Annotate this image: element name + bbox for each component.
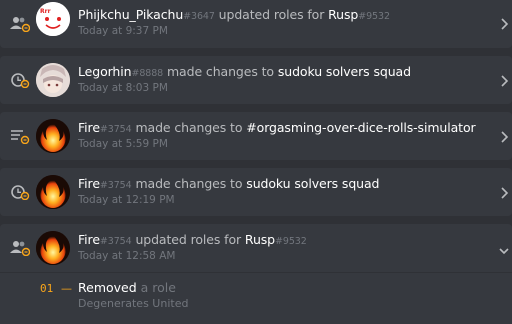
entry-summary: Legorhin#8888 made changes to sudoku sol…: [78, 64, 411, 79]
details-divider: [0, 272, 512, 273]
channel-update-icon: [10, 128, 30, 145]
user-discriminator: #3754: [99, 124, 132, 135]
timestamp: Today at 12:19 PM: [78, 194, 175, 206]
chevron-down-icon[interactable]: [498, 241, 510, 255]
target-discriminator: #9532: [358, 11, 390, 22]
chevron-right-icon[interactable]: [500, 73, 510, 87]
action-text: made changes to: [166, 64, 274, 79]
audit-log-entry[interactable]: Fire#3754 made changes to sudoku solvers…: [0, 168, 512, 216]
action-text: updated roles for: [135, 232, 242, 247]
entry-summary: Fire#3754 updated roles for Rusp#9532: [78, 232, 307, 247]
role-name: Degenerates United: [78, 297, 189, 310]
avatar[interactable]: [36, 175, 70, 209]
user-discriminator: #8888: [131, 68, 164, 79]
target-user[interactable]: Rusp: [328, 7, 358, 22]
entry-summary: Fire#3754 made changes to sudoku solvers…: [78, 176, 379, 191]
username[interactable]: Phijkchu_Pikachu: [78, 7, 183, 22]
target-channel[interactable]: #orgasming-over-dice-rolls-simulator: [246, 120, 475, 135]
target-channel[interactable]: sudoku solvers squad: [246, 176, 379, 191]
entry-summary: Fire#3754 made changes to #orgasming-ove…: [78, 120, 476, 135]
audit-log-entry[interactable]: Legorhin#8888 made changes to sudoku sol…: [0, 56, 512, 104]
username[interactable]: Fire: [78, 120, 100, 135]
timestamp: Today at 5:59 PM: [78, 138, 168, 150]
change-number: 01: [40, 282, 54, 295]
change-verb: Removed: [78, 280, 137, 295]
user-discriminator: #3647: [183, 11, 215, 22]
target-discriminator: #9532: [275, 236, 307, 247]
username[interactable]: Fire: [78, 232, 100, 247]
audit-log-entry[interactable]: Rrr Phijkchu_Pikachu#3647 updated roles …: [0, 0, 512, 48]
timestamp: Today at 8:03 PM: [78, 82, 168, 94]
chevron-right-icon[interactable]: [500, 16, 510, 30]
change-dash: —: [61, 282, 72, 295]
chevron-right-icon[interactable]: [500, 185, 510, 199]
chevron-right-icon[interactable]: [500, 129, 510, 143]
clock-update-icon: [10, 72, 30, 89]
change-description: Removed a role: [78, 280, 176, 295]
clock-update-icon: [10, 184, 30, 201]
user-discriminator: #3754: [99, 236, 132, 247]
avatar[interactable]: Rrr: [36, 2, 70, 36]
user-discriminator: #3754: [99, 180, 132, 191]
entry-summary: Phijkchu_Pikachu#3647 updated roles for …: [78, 7, 390, 22]
audit-log-entry-expanded[interactable]: Fire#3754 updated roles for Rusp#9532 To…: [0, 224, 512, 324]
members-update-icon: [10, 16, 31, 33]
members-update-icon: [10, 240, 31, 257]
action-text: updated roles for: [218, 7, 325, 22]
change-object: a role: [140, 280, 176, 295]
avatar[interactable]: [36, 63, 70, 97]
svg-text:Rrr: Rrr: [40, 8, 51, 15]
avatar[interactable]: [36, 231, 70, 265]
avatar[interactable]: [36, 119, 70, 153]
action-text: made changes to: [135, 120, 243, 135]
audit-log-entry[interactable]: Fire#3754 made changes to #orgasming-ove…: [0, 112, 512, 160]
timestamp: Today at 12:58 AM: [78, 250, 176, 262]
target-user[interactable]: Rusp: [245, 232, 275, 247]
username[interactable]: Fire: [78, 176, 100, 191]
timestamp: Today at 9:37 PM: [78, 25, 168, 37]
target-channel[interactable]: sudoku solvers squad: [278, 64, 411, 79]
action-text: made changes to: [135, 176, 243, 191]
username[interactable]: Legorhin: [78, 64, 132, 79]
